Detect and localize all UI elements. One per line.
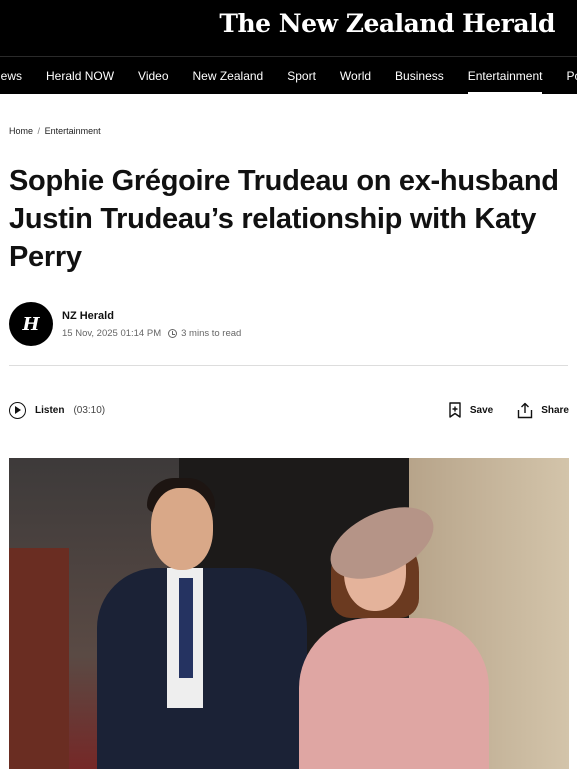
share-label: Share bbox=[541, 404, 569, 416]
article-hero-image[interactable] bbox=[9, 458, 569, 769]
publish-date: 15 Nov, 2025 01:14 PM bbox=[62, 327, 162, 339]
bookmark-plus-icon bbox=[449, 402, 461, 418]
nav-item-business[interactable]: Business bbox=[383, 57, 456, 94]
breadcrumb-section[interactable]: Entertainment bbox=[45, 126, 101, 136]
listen-button[interactable]: Listen (03:10) bbox=[9, 401, 106, 419]
nav-item-sport[interactable]: Sport bbox=[275, 57, 328, 94]
nav-item-herald-now[interactable]: Herald NOW bbox=[34, 57, 126, 94]
article-main: Home / Entertainment Sophie Grégoire Tru… bbox=[0, 126, 577, 769]
nav-item-video[interactable]: Video bbox=[126, 57, 180, 94]
save-button[interactable]: Save bbox=[448, 402, 493, 418]
divider bbox=[9, 365, 568, 366]
breadcrumb-separator: / bbox=[37, 126, 41, 136]
site-logo[interactable]: The New Zealand Herald bbox=[219, 9, 555, 38]
nav-item-world[interactable]: World bbox=[328, 57, 383, 94]
listen-label: Listen bbox=[35, 404, 65, 416]
breadcrumb: Home / Entertainment bbox=[9, 126, 568, 136]
clock-icon bbox=[168, 328, 178, 338]
author-byline: H NZ Herald 15 Nov, 2025 01:14 PM 3 mins… bbox=[9, 302, 568, 346]
read-time: 3 mins to read bbox=[181, 327, 242, 339]
save-label: Save bbox=[469, 404, 494, 416]
avatar-letter: H bbox=[22, 313, 40, 335]
author-meta: NZ Herald 15 Nov, 2025 01:14 PM 3 mins t… bbox=[62, 310, 241, 339]
article-meta: 15 Nov, 2025 01:14 PM 3 mins to read bbox=[62, 328, 241, 339]
article-toolbar: Listen (03:10) Save Share bbox=[9, 400, 569, 420]
share-icon bbox=[518, 402, 533, 418]
share-button[interactable]: Share bbox=[517, 402, 569, 419]
nav-item-news[interactable]: news bbox=[0, 57, 34, 94]
author-avatar[interactable]: H bbox=[9, 302, 53, 346]
nav-item-new-zealand[interactable]: New Zealand bbox=[181, 57, 276, 94]
masthead: The New Zealand Herald bbox=[0, 0, 577, 56]
main-nav: news Herald NOW Video New Zealand Sport … bbox=[0, 56, 577, 94]
play-circle-icon bbox=[9, 401, 26, 419]
author-name[interactable]: NZ Herald bbox=[62, 310, 241, 322]
breadcrumb-home[interactable]: Home bbox=[9, 126, 33, 136]
listen-duration: (03:10) bbox=[73, 404, 106, 416]
nav-item-politics[interactable]: Po bbox=[554, 57, 577, 94]
nav-item-entertainment[interactable]: Entertainment bbox=[456, 57, 555, 94]
article-title: Sophie Grégoire Trudeau on ex-husband Ju… bbox=[9, 165, 559, 273]
